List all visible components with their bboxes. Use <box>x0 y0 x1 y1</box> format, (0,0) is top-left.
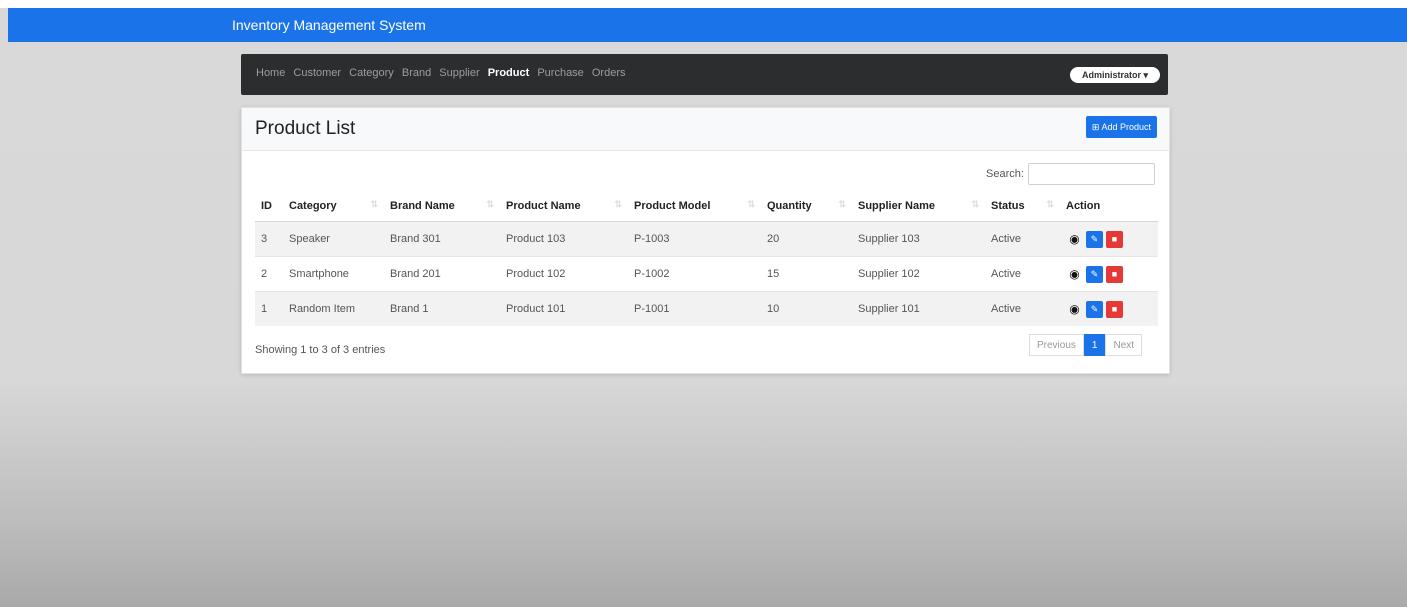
app-header: Inventory Management System <box>8 8 1407 42</box>
cell-product-name: Product 101 <box>500 291 628 326</box>
cell-brand-name: Brand 1 <box>384 291 500 326</box>
pagination: Previous 1 Next <box>1029 334 1143 356</box>
nav-item-supplier[interactable]: Supplier <box>439 67 479 79</box>
search-label: Search: <box>986 168 1024 180</box>
column-header-product-model[interactable]: Product Model ⇅ <box>628 190 761 222</box>
cell-category: Speaker <box>283 221 384 257</box>
cell-status: Active <box>985 256 1060 292</box>
cell-actions: ◉ ✎ ■ <box>1060 291 1158 326</box>
table-row: 3 Speaker Brand 301 Product 103 P-1003 2… <box>255 221 1158 257</box>
cell-quantity: 20 <box>761 221 852 257</box>
cell-id: 3 <box>255 221 283 257</box>
table-header-row: ID Category ⇅ Brand Name ⇅ Product Name ⇅ P… <box>255 190 1158 222</box>
table-row: 2 Smartphone Brand 201 Product 102 P-100… <box>255 256 1158 292</box>
cell-supplier-name: Supplier 102 <box>852 256 985 292</box>
nav-links: Home Customer Category Brand Supplier Pr… <box>256 67 631 79</box>
nav-item-brand[interactable]: Brand <box>402 67 431 79</box>
nav-item-orders[interactable]: Orders <box>592 67 626 79</box>
cell-brand-name: Brand 301 <box>384 221 500 257</box>
column-header-product-name[interactable]: Product Name ⇅ <box>500 190 628 222</box>
edit-icon[interactable]: ✎ <box>1086 230 1103 248</box>
column-header-quantity[interactable]: Quantity ⇅ <box>761 190 852 222</box>
nav-item-product[interactable]: Product <box>488 67 530 79</box>
cell-actions: ◉ ✎ ■ <box>1060 256 1158 292</box>
cell-actions: ◉ ✎ ■ <box>1060 221 1158 257</box>
view-icon[interactable]: ◉ <box>1066 301 1083 318</box>
cell-status: Active <box>985 291 1060 326</box>
cell-brand-name: Brand 201 <box>384 256 500 292</box>
app-title: Inventory Management System <box>232 17 426 33</box>
cell-supplier-name: Supplier 101 <box>852 291 985 326</box>
delete-icon[interactable]: ■ <box>1106 265 1123 283</box>
cell-supplier-name: Supplier 103 <box>852 221 985 257</box>
column-header-id[interactable]: ID <box>255 190 283 222</box>
cell-quantity: 10 <box>761 291 852 326</box>
edit-icon[interactable]: ✎ <box>1086 300 1103 318</box>
table-info: Showing 1 to 3 of 3 entries <box>255 344 386 356</box>
pagination-page-1[interactable]: 1 <box>1083 334 1106 356</box>
cell-id: 1 <box>255 291 283 326</box>
add-product-button[interactable]: ⊞ Add Product <box>1085 116 1157 138</box>
cell-product-model: P-1003 <box>628 221 761 257</box>
cell-product-name: Product 103 <box>500 221 628 257</box>
nav-item-customer[interactable]: Customer <box>293 67 341 79</box>
card-header: Product List ⊞ Add Product <box>242 108 1169 151</box>
cell-status: Active <box>985 221 1060 257</box>
column-header-category[interactable]: Category ⇅ <box>283 190 384 222</box>
view-icon[interactable]: ◉ <box>1066 231 1083 248</box>
nav-item-home[interactable]: Home <box>256 67 285 79</box>
nav-item-purchase[interactable]: Purchase <box>537 67 583 79</box>
search-input[interactable] <box>1028 163 1155 185</box>
user-menu-button[interactable]: Administrator ▾ <box>1069 67 1160 83</box>
cell-category: Smartphone <box>283 256 384 292</box>
navbar: Home Customer Category Brand Supplier Pr… <box>241 54 1168 95</box>
cell-quantity: 15 <box>761 256 852 292</box>
column-header-action: Action <box>1060 190 1158 222</box>
product-table: ID Category ⇅ Brand Name ⇅ Product Name ⇅ P… <box>255 190 1158 326</box>
column-header-status[interactable]: Status ⇅ <box>985 190 1060 222</box>
cell-product-model: P-1002 <box>628 256 761 292</box>
nav-item-category[interactable]: Category <box>349 67 394 79</box>
delete-icon[interactable]: ■ <box>1106 300 1123 318</box>
pagination-previous[interactable]: Previous <box>1029 334 1084 356</box>
pagination-next[interactable]: Next <box>1105 334 1143 356</box>
column-header-brand-name[interactable]: Brand Name ⇅ <box>384 190 500 222</box>
cell-product-name: Product 102 <box>500 256 628 292</box>
edit-icon[interactable]: ✎ <box>1086 265 1103 283</box>
cell-category: Random Item <box>283 291 384 326</box>
table-row: 1 Random Item Brand 1 Product 101 P-1001… <box>255 291 1158 326</box>
page-title: Product List <box>255 118 356 139</box>
view-icon[interactable]: ◉ <box>1066 266 1083 283</box>
cell-product-model: P-1001 <box>628 291 761 326</box>
product-list-card: Product List ⊞ Add Product Search: ID Ca… <box>241 107 1170 374</box>
delete-icon[interactable]: ■ <box>1106 230 1123 248</box>
cell-id: 2 <box>255 256 283 292</box>
column-header-supplier-name[interactable]: Supplier Name ⇅ <box>852 190 985 222</box>
